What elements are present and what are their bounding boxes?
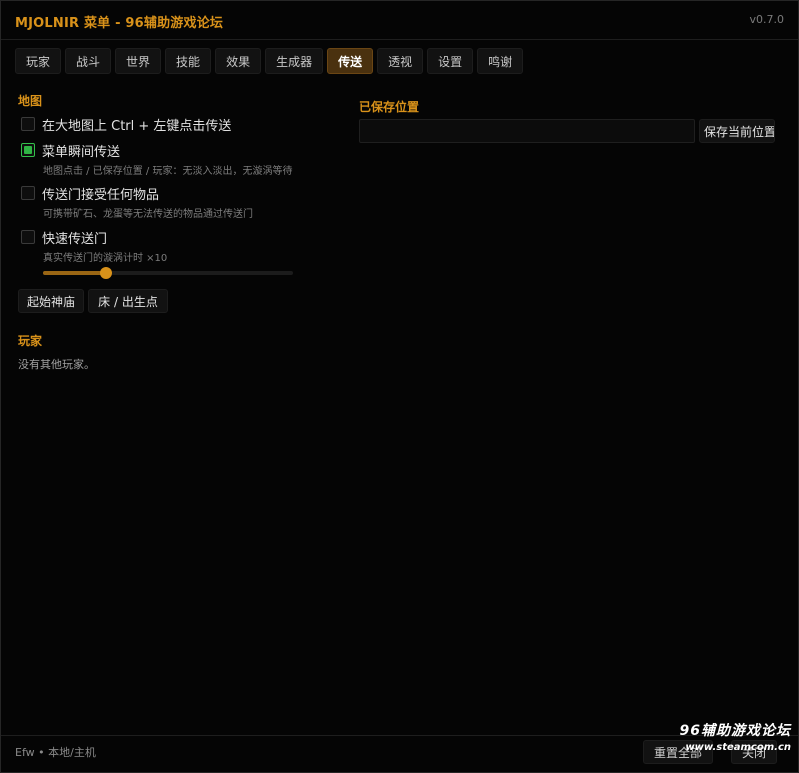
option-map-ctrl-click[interactable]: 在大地图上 Ctrl + 左键点击传送 — [21, 115, 232, 134]
option-hint: 地图点击 / 已保存位置 / 玩家：无淡入淡出，无漩涡等待 — [43, 166, 293, 177]
tab-esp[interactable]: 透视 — [377, 48, 424, 74]
tab-player[interactable]: 玩家 — [15, 48, 62, 74]
portal-speed-slider[interactable] — [43, 267, 293, 279]
footer-bar: Efw • 本地/主机 重置全部 关闭 — [1, 735, 798, 772]
checkbox-map-ctrl-click[interactable] — [21, 117, 35, 131]
version-label: v0.7.0 — [749, 13, 785, 26]
tab-skills[interactable]: 技能 — [165, 48, 212, 74]
no-players-text: 没有其他玩家。 — [18, 358, 95, 371]
option-fast-portal[interactable]: 快速传送门 — [21, 228, 108, 247]
tab-effects[interactable]: 效果 — [215, 48, 262, 74]
slider-fill — [43, 271, 106, 275]
tab-settings[interactable]: 设置 — [427, 48, 474, 74]
option-label: 传送门接受任何物品 — [42, 187, 160, 203]
checkbox-fast-portal[interactable] — [21, 230, 35, 244]
location-name-input[interactable] — [359, 119, 695, 143]
option-portal-any-item[interactable]: 传送门接受任何物品 — [21, 184, 160, 203]
map-section-header: 地图 — [18, 94, 43, 108]
players-section-header: 玩家 — [18, 334, 43, 348]
option-label: 菜单瞬间传送 — [42, 144, 121, 160]
save-current-location-button[interactable]: 保存当前位置 — [699, 119, 775, 143]
option-hint: 可携带矿石、龙蛋等无法传送的物品通过传送门 — [43, 209, 253, 220]
connection-status: Efw • 本地/主机 — [15, 746, 96, 759]
close-button[interactable]: 关闭 — [731, 740, 778, 764]
tab-world[interactable]: 世界 — [115, 48, 162, 74]
option-label: 在大地图上 Ctrl + 左键点击传送 — [42, 118, 232, 134]
tab-teleport[interactable]: 传送 — [327, 48, 374, 74]
saved-locations-header: 已保存位置 — [359, 100, 420, 114]
window-title: MJOLNIR 菜单 - 96辅助游戏论坛 — [15, 16, 224, 31]
tab-spawner[interactable]: 生成器 — [265, 48, 324, 74]
title-bar[interactable]: MJOLNIR 菜单 - 96辅助游戏论坛 v0.7.0 — [1, 1, 798, 40]
checkbox-instant-teleport[interactable] — [21, 143, 35, 157]
main-window: MJOLNIR 菜单 - 96辅助游戏论坛 v0.7.0 玩家 战斗 世界 技能… — [0, 0, 799, 773]
slider-handle[interactable] — [99, 267, 112, 279]
checkbox-portal-any-item[interactable] — [21, 186, 35, 200]
tab-bar: 玩家 战斗 世界 技能 效果 生成器 传送 透视 设置 鸣谢 — [15, 48, 527, 74]
starting-shrine-button[interactable]: 起始神庙 — [18, 289, 84, 313]
option-instant-teleport[interactable]: 菜单瞬间传送 — [21, 141, 121, 160]
option-hint: 真实传送门的漩涡计时 ×10 — [43, 253, 168, 264]
tab-credits[interactable]: 鸣谢 — [477, 48, 524, 74]
bed-spawn-button[interactable]: 床 / 出生点 — [88, 289, 168, 313]
tab-combat[interactable]: 战斗 — [65, 48, 112, 74]
option-label: 快速传送门 — [42, 231, 108, 247]
reset-all-button[interactable]: 重置全部 — [643, 740, 714, 764]
